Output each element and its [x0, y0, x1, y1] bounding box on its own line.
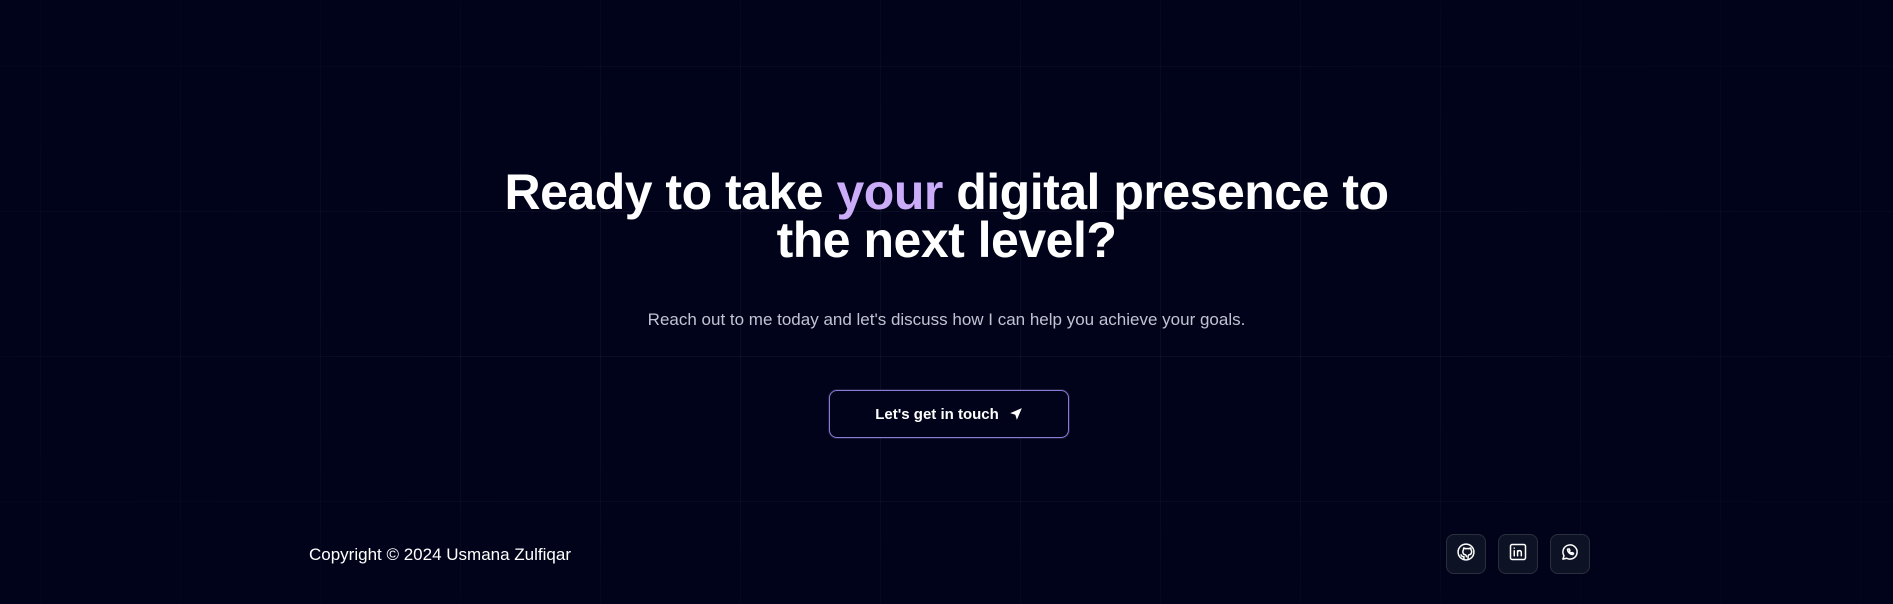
- contact-section: Ready to take your digital presence to t…: [0, 167, 1893, 347]
- send-icon: [1009, 407, 1023, 421]
- linkedin-icon: [1508, 542, 1528, 567]
- social-links: [1446, 534, 1590, 574]
- whatsapp-link[interactable]: [1550, 534, 1590, 574]
- github-link[interactable]: [1446, 534, 1486, 574]
- cta-headline: Ready to take your digital presence to t…: [497, 167, 1397, 265]
- github-icon: [1456, 542, 1476, 567]
- linkedin-link[interactable]: [1498, 534, 1538, 574]
- get-in-touch-label: Let's get in touch: [875, 405, 999, 423]
- cta-subtitle: Reach out to me today and let's discuss …: [647, 310, 1246, 329]
- copyright-text: Copyright © 2024 Usmana Zulfiqar: [309, 545, 571, 564]
- get-in-touch-button[interactable]: Let's get in touch: [829, 390, 1069, 438]
- whatsapp-icon: [1560, 542, 1580, 567]
